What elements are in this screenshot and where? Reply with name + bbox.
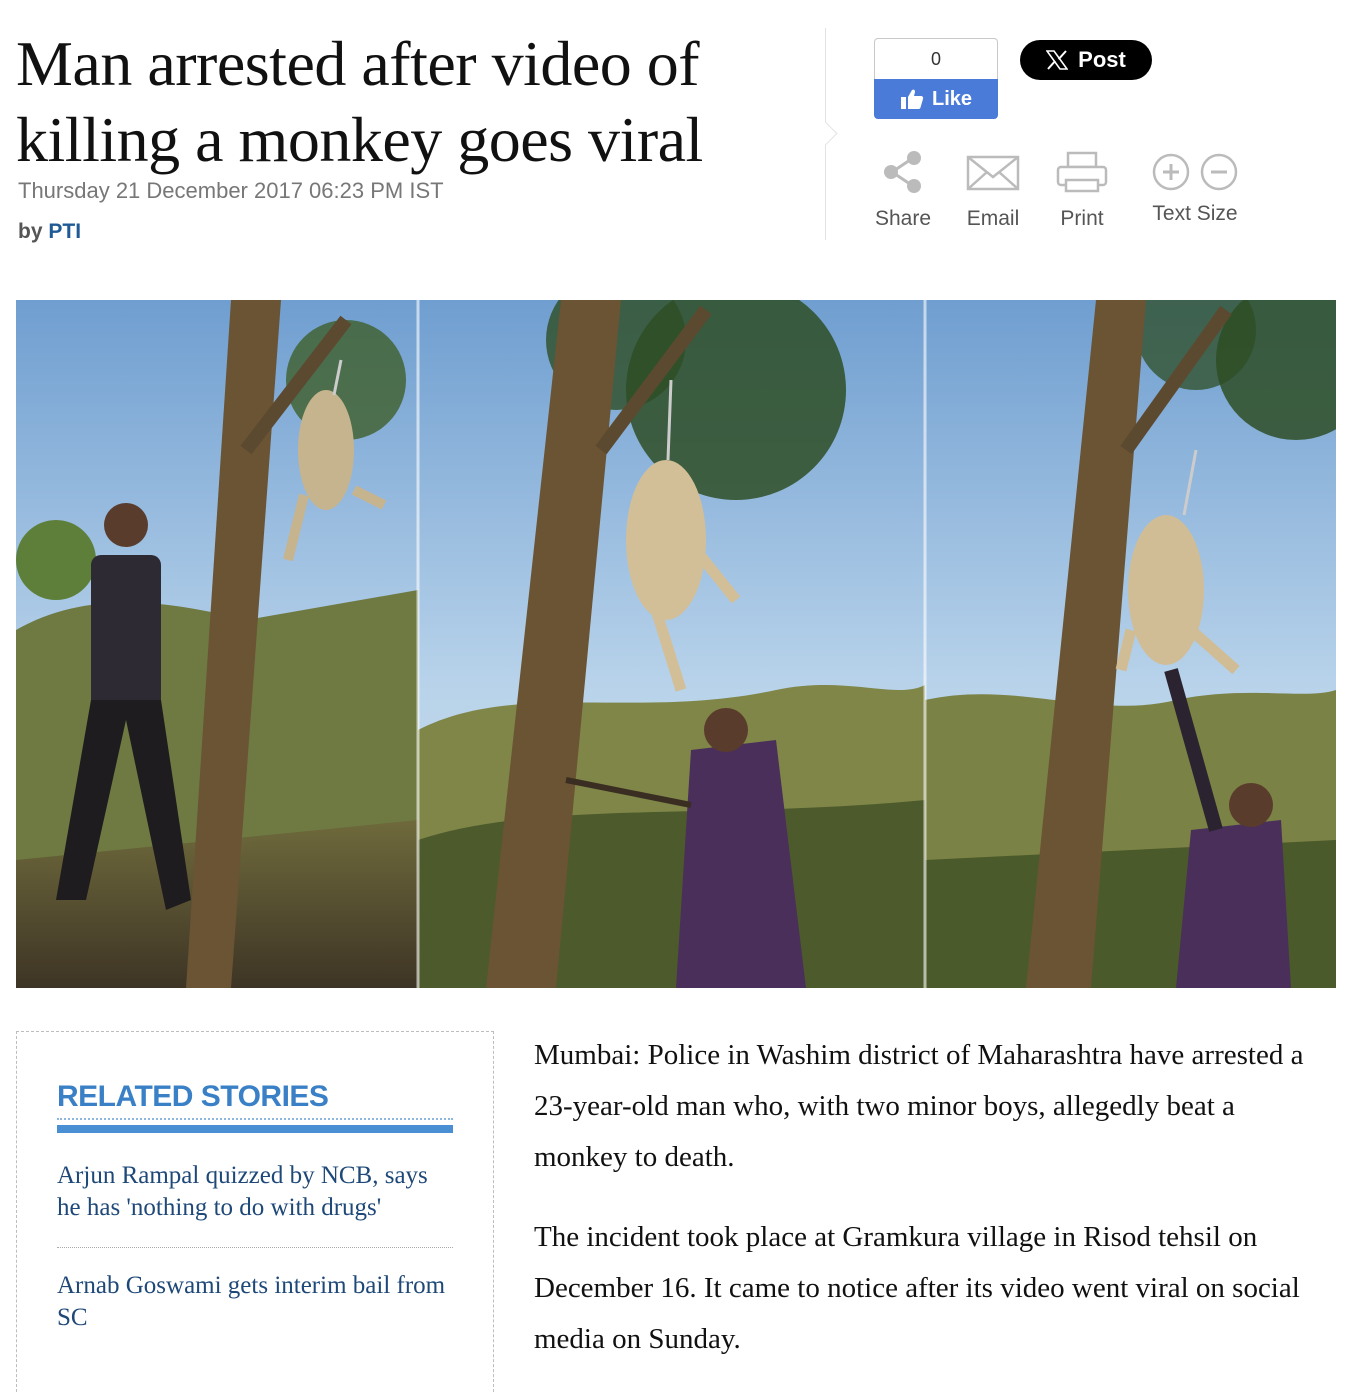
related-stories-title: RELATED STORIES <box>57 1080 329 1113</box>
article-hero-image <box>16 300 1336 988</box>
article-byline: by PTI <box>18 220 81 244</box>
article-paragraph: Mumbai: Police in Washim district of Mah… <box>534 1039 1304 1173</box>
x-post-button[interactable]: Post <box>1020 40 1152 80</box>
print-label: Print <box>1060 207 1104 230</box>
text-decrease-icon[interactable] <box>1199 150 1239 194</box>
divider-notch <box>813 121 838 146</box>
facebook-like-button[interactable]: Like <box>874 79 998 119</box>
related-stories-bar <box>57 1125 453 1133</box>
print-icon <box>1056 151 1108 193</box>
hero-panel-2 <box>418 300 925 988</box>
thumbs-up-icon <box>900 89 924 109</box>
related-stories-box: RELATED STORIES Arjun Rampal quizzed by … <box>16 1031 494 1392</box>
related-story-link[interactable]: Arjun Rampal quizzed by NCB, says he has… <box>57 1160 453 1248</box>
email-button[interactable]: Email <box>960 150 1026 231</box>
byline-prefix: by <box>18 220 43 243</box>
facebook-like-count: 0 <box>874 38 998 79</box>
related-stories-dotted-rule <box>57 1118 453 1120</box>
text-increase-icon[interactable] <box>1151 150 1191 194</box>
author-link[interactable]: PTI <box>48 220 81 243</box>
article-dateline: Thursday 21 December 2017 06:23 PM IST <box>18 178 444 203</box>
related-stories-list: Arjun Rampal quizzed by NCB, says he has… <box>57 1160 453 1334</box>
email-icon <box>966 155 1020 191</box>
facebook-like-label: Like <box>931 87 973 110</box>
email-label: Email <box>966 207 1020 230</box>
share-icon <box>884 151 921 193</box>
print-button[interactable]: Print <box>1050 150 1114 231</box>
share-button[interactable]: Share <box>868 150 938 231</box>
share-label: Share <box>874 207 932 230</box>
x-post-label: Post <box>1078 47 1126 72</box>
facebook-like-widget: 0 Like <box>874 38 998 119</box>
text-size-control: Text Size <box>1144 150 1246 226</box>
article-body: Mumbai: Police in Washim district of Mah… <box>534 1030 1334 1394</box>
hero-panel-3 <box>925 300 1336 988</box>
text-size-label: Text Size <box>1152 202 1238 225</box>
x-logo-icon <box>1046 50 1069 70</box>
related-story-link[interactable]: Arnab Goswami gets interim bail from SC <box>57 1248 453 1334</box>
article-headline: Man arrested after video of killing a mo… <box>16 28 703 175</box>
article-paragraph: The incident took place at Gramkura vill… <box>534 1221 1300 1355</box>
